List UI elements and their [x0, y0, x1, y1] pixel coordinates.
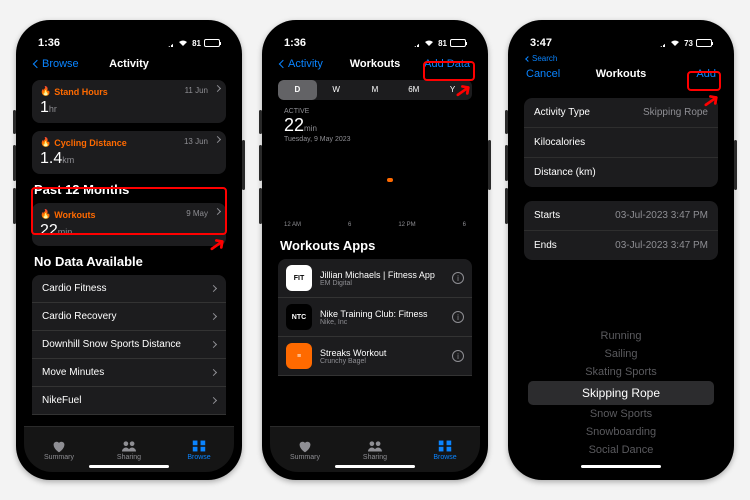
app-icon: ≡ — [286, 343, 312, 369]
cancel-button[interactable]: Cancel — [526, 68, 560, 80]
flame-icon: 🔥 — [40, 137, 51, 148]
home-indicator[interactable] — [581, 465, 661, 468]
picker-option[interactable]: Skating Sports — [516, 363, 726, 381]
workouts-card[interactable]: 🔥Workouts 9 May 22min — [32, 203, 226, 246]
info-icon[interactable]: i — [452, 272, 464, 284]
chevron-right-icon — [210, 369, 217, 376]
app-row[interactable]: ≡Streaks WorkoutCrunchy Bageli — [278, 337, 472, 376]
picker-option[interactable]: Snowboarding — [516, 423, 726, 441]
app-row[interactable]: FITJillian Michaels | Fitness AppEM Digi… — [278, 259, 472, 298]
tab-summary[interactable]: Summary — [270, 427, 340, 472]
chevron-right-icon — [210, 341, 217, 348]
picker-option[interactable]: Skipping Rope — [528, 381, 714, 405]
section-header: No Data Available — [34, 254, 224, 269]
stand-hours-card[interactable]: 🔥Stand Hours 11 Jun 1hr — [32, 80, 226, 123]
nav-bar: Browse Activity — [24, 54, 234, 76]
form-row[interactable]: Kilocalories — [524, 128, 718, 158]
card-date: 11 Jun — [185, 86, 208, 95]
cycling-distance-card[interactable]: 🔥Cycling Distance 13 Jun 1.4km — [32, 131, 226, 174]
info-icon[interactable]: i — [452, 311, 464, 323]
list-item[interactable]: Downhill Snow Sports Distance — [32, 331, 226, 359]
form-row[interactable]: Distance (km) — [524, 158, 718, 187]
form-row[interactable]: Starts03-Jul-2023 3:47 PM — [524, 201, 718, 231]
form-row[interactable]: Activity TypeSkipping Rope — [524, 98, 718, 128]
seg-w[interactable]: W — [317, 80, 356, 100]
seg-6m[interactable]: 6M — [394, 80, 433, 100]
time-range-segmented[interactable]: DWM6MY — [278, 80, 472, 100]
list-item[interactable]: Move Minutes — [32, 359, 226, 387]
phone-add-workout: 3:47 73 Search Cancel Workouts Add Activ… — [508, 20, 734, 480]
list-item[interactable]: NikeFuel — [32, 387, 226, 415]
battery-icon — [204, 39, 220, 47]
picker-option[interactable]: Social Dance — [516, 441, 726, 459]
tab-browse[interactable]: Browse — [164, 427, 234, 472]
wifi-icon — [669, 39, 681, 47]
chevron-left-icon — [279, 60, 287, 68]
chart-axis: 12 AM612 PM6 — [284, 222, 466, 228]
picker-option[interactable]: Sailing — [516, 345, 726, 363]
back-button[interactable]: Browse — [34, 58, 79, 70]
app-icon: FIT — [286, 265, 312, 291]
chevron-left-icon — [33, 60, 41, 68]
battery-pct: 73 — [684, 39, 693, 48]
nav-bar: Activity Workouts Add Data — [270, 54, 480, 76]
back-to-search[interactable]: Search — [526, 54, 557, 63]
workouts-chart[interactable]: ACTIVE 22min Tuesday, 9 May 2023 12 AM61… — [278, 104, 472, 232]
activity-picker[interactable]: RunningSailingSkating SportsSkipping Rop… — [516, 328, 726, 458]
clock: 1:36 — [38, 37, 60, 49]
chevron-right-icon — [210, 313, 217, 320]
card-date: 9 May — [186, 209, 208, 218]
seg-m[interactable]: M — [356, 80, 395, 100]
phone-activity: 1:36 81 Browse Activity 🔥Stand Hours 11 … — [16, 20, 242, 480]
seg-y[interactable]: Y — [433, 80, 472, 100]
picker-option[interactable]: Snow Sports — [516, 405, 726, 423]
info-icon[interactable]: i — [452, 350, 464, 362]
nav-bar: Cancel Workouts Add — [516, 64, 726, 86]
home-indicator[interactable] — [89, 465, 169, 468]
seg-d[interactable]: D — [278, 80, 317, 100]
tab-browse[interactable]: Browse — [410, 427, 480, 472]
picker-option[interactable]: Running — [516, 327, 726, 345]
form-row[interactable]: Ends03-Jul-2023 3:47 PM — [524, 231, 718, 260]
battery-pct: 81 — [192, 39, 201, 48]
tab-summary[interactable]: Summary — [24, 427, 94, 472]
clock: 3:47 — [530, 37, 552, 49]
battery-icon — [450, 39, 466, 47]
card-date: 13 Jun — [184, 137, 208, 146]
chevron-left-icon — [525, 56, 531, 62]
flame-icon: 🔥 — [40, 86, 51, 97]
back-button[interactable]: Activity — [280, 58, 323, 70]
chart-data-point — [387, 178, 393, 182]
add-button[interactable]: Add — [696, 68, 716, 80]
add-data-button[interactable]: Add Data — [424, 58, 470, 70]
section-header: Workouts Apps — [280, 238, 470, 253]
app-icon: NTC — [286, 304, 312, 330]
chevron-right-icon — [210, 397, 217, 404]
flame-icon: 🔥 — [40, 209, 51, 220]
battery-pct: 81 — [438, 39, 447, 48]
chevron-right-icon — [210, 285, 217, 292]
home-indicator[interactable] — [335, 465, 415, 468]
phone-workouts: 1:36 81 Activity Workouts Add Data DWM6M… — [262, 20, 488, 480]
battery-icon — [696, 39, 712, 47]
clock: 1:36 — [284, 37, 306, 49]
app-row[interactable]: NTCNike Training Club: FitnessNike, Inci — [278, 298, 472, 337]
list-item[interactable]: Cardio Recovery — [32, 303, 226, 331]
list-item[interactable]: Cardio Fitness — [32, 275, 226, 303]
wifi-icon — [423, 39, 435, 47]
wifi-icon — [177, 39, 189, 47]
section-header: Past 12 Months — [34, 182, 224, 197]
